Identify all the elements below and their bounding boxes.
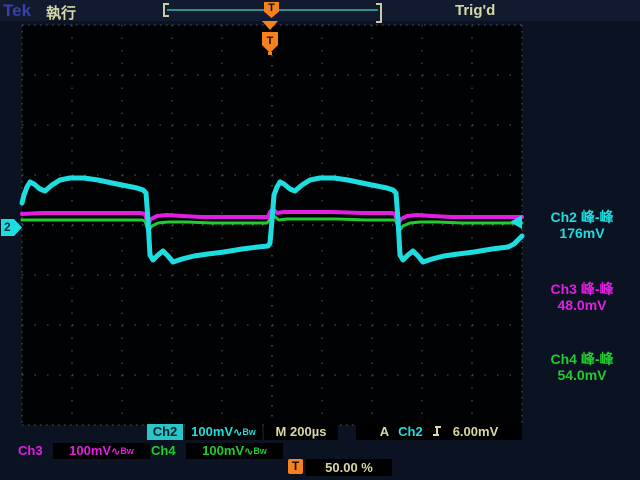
ch3-scale-readout: 100mV∿Bw bbox=[53, 443, 150, 459]
acquisition-status: 執行 bbox=[46, 5, 77, 22]
measurement-ch2-title: Ch2 峰-峰 bbox=[550, 209, 614, 225]
graticule-svg: T bbox=[19, 21, 525, 426]
ch2-coupling-icon: ∿ bbox=[233, 427, 243, 439]
tek-logo: Tek bbox=[3, 1, 32, 20]
ch2-readout-label: Ch2 bbox=[147, 424, 183, 440]
trigger-flag-label: T bbox=[267, 35, 274, 47]
measurement-ch3-title: Ch3 峰-峰 bbox=[550, 281, 614, 297]
ch2-position-marker: 2 bbox=[1, 219, 22, 236]
ch4-coupling-icon: ∿ bbox=[244, 446, 254, 458]
trigger-position-marker: T bbox=[262, 21, 278, 55]
trigger-readout: A Ch2 6.00mV bbox=[356, 424, 522, 440]
rising-edge-icon bbox=[432, 426, 441, 436]
ch2-bandwidth-icon: Bw bbox=[242, 427, 256, 437]
measurement-ch4-title: Ch4 峰-峰 bbox=[550, 351, 614, 367]
record-view-right-bracket-icon bbox=[376, 3, 382, 23]
horizontal-position-readout: 50.00 % bbox=[306, 459, 392, 476]
measurement-ch3-value: 48.0mV bbox=[557, 297, 607, 313]
measurement-ch2-pkpk: Ch2 峰-峰 176mV bbox=[526, 209, 638, 241]
record-view-bar: T bbox=[163, 2, 382, 23]
ch4-bandwidth-icon: Bw bbox=[253, 446, 267, 456]
ch4-readout-label: Ch4 bbox=[151, 443, 176, 458]
ch4-scale-readout: 100mV∿Bw bbox=[186, 443, 283, 459]
measurement-ch4-pkpk: Ch4 峰-峰 54.0mV bbox=[526, 351, 638, 383]
trigger-source: Ch2 bbox=[398, 424, 423, 439]
record-view-trigger-icon: T bbox=[264, 2, 279, 18]
measurement-ch2-value: 176mV bbox=[559, 225, 605, 241]
measurement-ch3-pkpk: Ch3 峰-峰 48.0mV bbox=[526, 281, 638, 313]
oscilloscope-display: Tek 執行 T Trig'd T 2 Ch2 峰-峰 176mV Ch3 峰-… bbox=[0, 0, 640, 480]
waveform-screen: T bbox=[19, 21, 525, 426]
ch3-readout-label: Ch3 bbox=[18, 443, 43, 458]
horizontal-trigger-icon: T bbox=[288, 459, 303, 474]
top-status-bar: Tek 執行 T Trig'd bbox=[0, 0, 640, 23]
ch2-scale-readout: 100mV∿Bw bbox=[185, 424, 262, 440]
trigger-status: Trig'd bbox=[455, 2, 496, 19]
trigger-mode: A bbox=[379, 424, 390, 439]
timebase-readout: M 200µs bbox=[264, 424, 338, 440]
trigger-level: 6.00mV bbox=[452, 424, 499, 439]
ch3-bandwidth-icon: Bw bbox=[120, 446, 134, 456]
ch3-coupling-icon: ∿ bbox=[111, 446, 121, 458]
measurement-ch4-value: 54.0mV bbox=[557, 367, 607, 383]
